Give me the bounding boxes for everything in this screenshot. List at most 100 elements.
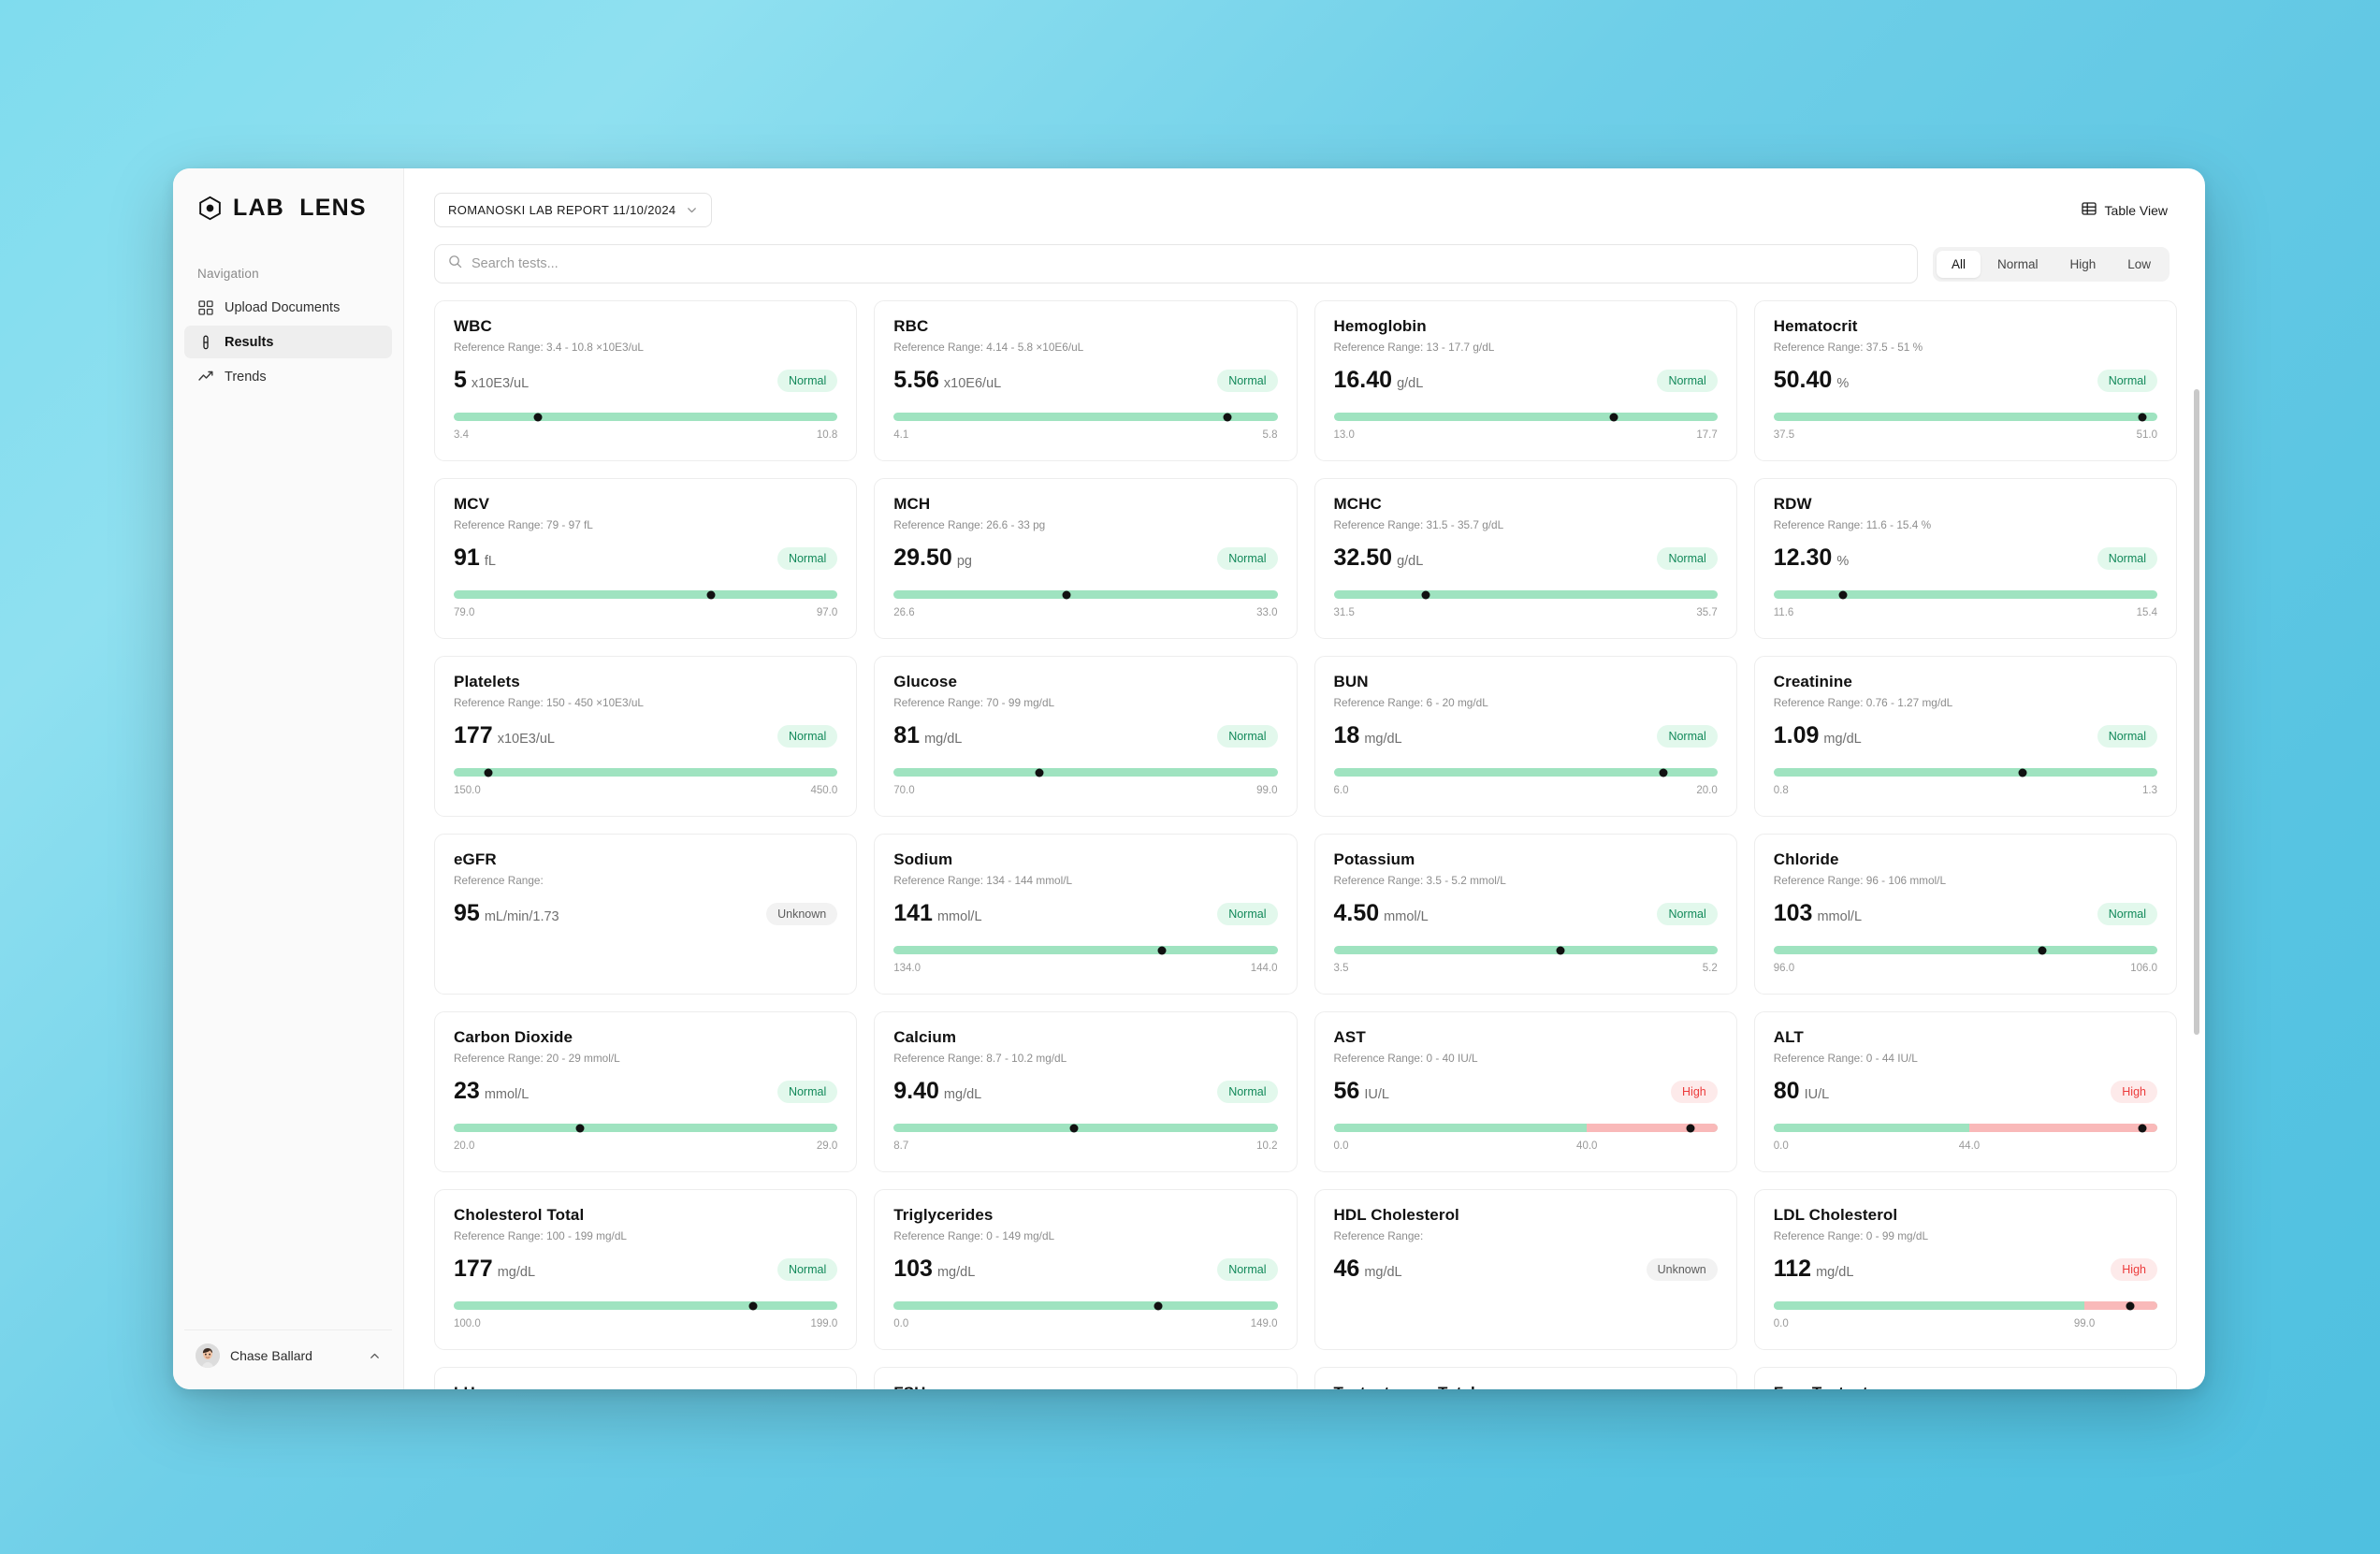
range-gauge: 0.8 1.3 xyxy=(1773,768,2157,796)
test-card[interactable]: FSHReference Range: 1.5 - 12.4 mIU/mL2.3… xyxy=(874,1367,1298,1389)
user-menu[interactable]: Chase Ballard xyxy=(184,1329,392,1376)
value-unit: mg/dL xyxy=(1364,1265,1402,1280)
range-gauge: 26.6 33.0 xyxy=(893,590,1278,618)
table-view-button[interactable]: Table View xyxy=(2080,197,2170,223)
results-scroll-area: WBC Reference Range: 3.4 - 10.8 ×10E3/uL 5… xyxy=(404,283,2205,1389)
value-row: 23 mmol/L Normal xyxy=(454,1078,838,1105)
trend-up-icon xyxy=(197,369,213,385)
gauge-max-label: 97.0 xyxy=(816,607,838,618)
test-card[interactable]: MCH Reference Range: 26.6 - 33 pg 29.50 pg N… xyxy=(874,478,1298,639)
test-card[interactable]: Carbon Dioxide Reference Range: 20 - 29 m… xyxy=(434,1011,858,1172)
test-card[interactable]: WBC Reference Range: 3.4 - 10.8 ×10E3/uL 5… xyxy=(434,300,858,461)
test-name: Platelets xyxy=(454,673,520,690)
status-badge: Normal xyxy=(1657,546,1718,570)
status-badge: Normal xyxy=(776,1257,838,1281)
test-name: Potassium xyxy=(1333,850,1415,868)
test-card[interactable]: Cholesterol Total Reference Range: 100 - … xyxy=(434,1189,858,1350)
gauge-min-label: 70.0 xyxy=(893,785,915,796)
range-gauge: 4.1 5.8 xyxy=(893,413,1278,441)
gauge-high-segment xyxy=(2084,1301,2157,1310)
filter-low[interactable]: Low xyxy=(2112,251,2166,278)
test-card[interactable]: HDL Cholesterol Reference Range: 46 mg/dL Un… xyxy=(1313,1189,1737,1350)
gauge-min-label: 8.7 xyxy=(893,1140,909,1152)
test-card[interactable]: RDW Reference Range: 11.6 - 15.4 % 12.30% N… xyxy=(1753,478,2177,639)
sidebar-item-label: Upload Documents xyxy=(225,299,341,315)
range-gauge: 0.0 44.0 xyxy=(1773,1124,2157,1155)
filter-all[interactable]: All xyxy=(1936,250,1981,278)
gauge-max-label: 44.0 xyxy=(1958,1140,1981,1152)
gauge-max-label: 5.2 xyxy=(1702,963,1718,974)
value-number: 5.56 xyxy=(893,367,939,393)
test-card[interactable]: LDL Cholesterol Reference Range: 0 - 99 m… xyxy=(1753,1189,2177,1350)
gauge-max-label: 10.8 xyxy=(816,429,838,441)
report-select[interactable]: ROMANOSKI LAB REPORT 11/10/2024 xyxy=(434,193,712,227)
test-card[interactable]: MCHC Reference Range: 31.5 - 35.7 g/dL 32.… xyxy=(1313,478,1737,639)
test-name: HDL Cholesterol xyxy=(1333,1206,1459,1224)
value-number: 12.30 xyxy=(1773,545,1833,571)
gauge-marker xyxy=(1154,1301,1163,1310)
value-unit: mg/dL xyxy=(924,732,963,747)
gauge-marker xyxy=(484,768,493,777)
scrollbar[interactable] xyxy=(2194,389,2199,1380)
test-card[interactable]: Chloride Reference Range: 96 - 106 mmol/L… xyxy=(1753,834,2177,995)
gauge-ticks: 70.0 99.0 xyxy=(893,785,1277,796)
test-card[interactable]: MCV Reference Range: 79 - 97 fL 91 fL Normal… xyxy=(434,478,858,639)
gauge-normal-segment xyxy=(1333,1124,1588,1132)
value-number: 177 xyxy=(454,722,493,748)
gauge-max-label: 149.0 xyxy=(1250,1318,1278,1329)
value-row: 177 mg/dL Normal xyxy=(454,1256,838,1283)
status-badge: Unknown xyxy=(1646,1257,1718,1281)
value-number: 81 xyxy=(893,722,921,748)
test-card[interactable]: Creatinine Reference Range: 0.76 - 1.27 m… xyxy=(1753,656,2177,817)
test-card[interactable]: Testosterone TotalReference Range: 264 -… xyxy=(1313,1367,1737,1389)
test-card[interactable]: RBC Reference Range: 4.14 - 5.8 ×10E6/uL 5… xyxy=(874,300,1298,461)
test-card[interactable]: Free TestosteroneReference Range: 9.3 - … xyxy=(1753,1367,2177,1389)
gauge-max-label: 199.0 xyxy=(810,1318,838,1329)
test-card[interactable]: BUN Reference Range: 6 - 20 mg/dL 18 mg/dL N… xyxy=(1313,656,1737,817)
range-gauge: 134.0 144.0 xyxy=(893,946,1278,974)
test-card[interactable]: Platelets Reference Range: 150 - 450 ×10E… xyxy=(434,656,858,817)
value-unit: mg/dL xyxy=(943,1087,982,1102)
value-unit: mg/dL xyxy=(1823,732,1862,747)
value-unit: IU/L xyxy=(1804,1087,1830,1102)
value-row: 91 fL Normal xyxy=(454,545,838,572)
test-card[interactable]: Glucose Reference Range: 70 - 99 mg/dL 81 m… xyxy=(874,656,1298,817)
test-card[interactable]: ALT Reference Range: 0 - 44 IU/L 80 IU/L Hig… xyxy=(1753,1011,2177,1172)
test-card[interactable]: Hemoglobin Reference Range: 13 - 17.7 g/d… xyxy=(1313,300,1737,461)
gauge-min-label: 31.5 xyxy=(1333,607,1355,618)
status-badge: Normal xyxy=(776,724,838,748)
test-card[interactable]: Potassium Reference Range: 3.5 - 5.2 mmol… xyxy=(1313,834,1737,995)
sidebar-item-trends[interactable]: Trends xyxy=(184,360,392,393)
gauge-marker xyxy=(1069,1124,1079,1132)
reference-range: Reference Range: 0.76 - 1.27 mg/dL xyxy=(1773,696,1953,709)
sidebar-item-label: Trends xyxy=(225,369,267,385)
test-card[interactable]: eGFR Reference Range: 95 mL/min/1.73 Unknown xyxy=(434,834,858,995)
gauge-min-label: 150.0 xyxy=(454,785,481,796)
filter-high[interactable]: High xyxy=(2054,251,2111,278)
test-card[interactable]: Calcium Reference Range: 8.7 - 10.2 mg/dL… xyxy=(874,1011,1298,1172)
filter-normal[interactable]: Normal xyxy=(1982,251,2053,278)
search-input[interactable] xyxy=(472,256,1904,271)
chevron-down-icon xyxy=(686,204,698,216)
test-value: 32.50 g/dL xyxy=(1334,545,1424,572)
range-gauge: 79.0 97.0 xyxy=(454,590,838,618)
status-badge: Unknown xyxy=(766,902,838,925)
test-name: FSH xyxy=(893,1384,1277,1389)
test-card[interactable]: AST Reference Range: 0 - 40 IU/L 56 IU/L Hig… xyxy=(1313,1011,1737,1172)
test-card[interactable]: Hematocrit Reference Range: 37.5 - 51 % 50… xyxy=(1753,300,2177,461)
value-number: 50.40 xyxy=(1773,367,1833,393)
test-card[interactable]: Sodium Reference Range: 134 - 144 mmol/L 1… xyxy=(874,834,1298,995)
value-row: 1.09 mg/dL Normal xyxy=(1774,722,2157,749)
sidebar-item-upload-documents[interactable]: Upload Documents xyxy=(184,291,392,324)
sidebar-item-results[interactable]: Results xyxy=(184,326,392,358)
gauge-bar xyxy=(893,946,1278,954)
test-card[interactable]: LHReference Range: 1.7 - 8.6 mIU/mL4.40m… xyxy=(434,1367,858,1389)
test-card[interactable]: Triglycerides Reference Range: 0 - 149 mg… xyxy=(874,1189,1298,1350)
gauge-ticks: 0.0 149.0 xyxy=(893,1318,1277,1329)
chevron-up-icon[interactable] xyxy=(369,1350,381,1362)
gauge-min-label: 20.0 xyxy=(454,1140,475,1152)
scrollbar-thumb[interactable] xyxy=(2194,389,2199,1035)
gauge-bar xyxy=(1333,768,1718,777)
search-box[interactable] xyxy=(434,244,1918,283)
